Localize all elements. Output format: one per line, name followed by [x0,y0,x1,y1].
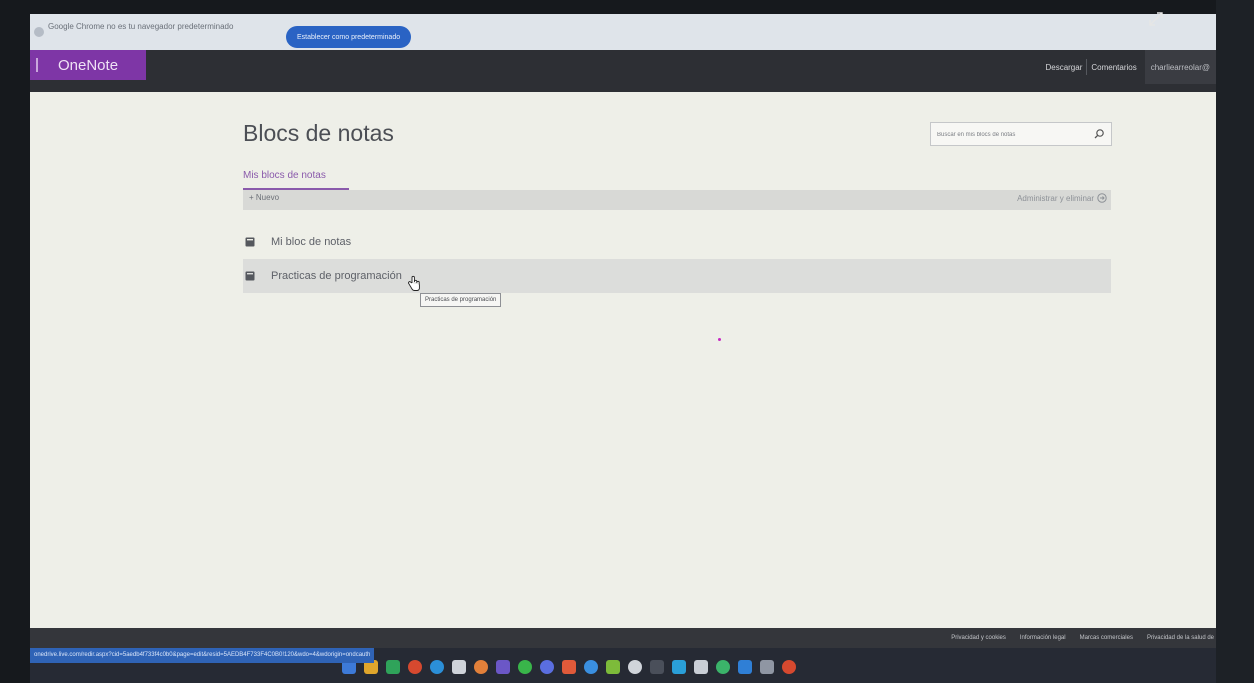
footer-link-legal[interactable]: Información legal [1020,635,1066,641]
browser-screen: Google Chrome no es tu navegador predete… [30,14,1216,683]
download-link[interactable]: Descargar [1041,63,1086,72]
onenote-header: OneNote Descargar Comentarios charliearr… [30,50,1216,92]
footer-link-health-privacy[interactable]: Privacidad de la salud de [1147,635,1214,641]
manage-delete-label: Administrar y eliminar [1017,193,1094,203]
infobar-message: Google Chrome no es tu navegador predete… [48,21,234,31]
notebook-name: Practicas de programación [271,270,402,282]
chrome-info-icon [34,27,44,37]
app-icon[interactable] [496,660,510,674]
app-icon[interactable] [474,660,488,674]
tab-my-notebooks[interactable]: Mis blocs de notas [243,170,326,181]
page-title: Blocs de notas [243,120,394,146]
notebook-item-mi-bloc[interactable]: Mi bloc de notas [243,225,1111,259]
checkmark-app-icon[interactable] [452,660,466,674]
new-notebook-button[interactable]: + Nuevo [249,193,279,202]
taskbar-app-icons [342,660,804,674]
app-icon[interactable] [738,660,752,674]
store-icon[interactable] [386,660,400,674]
comments-link[interactable]: Comentarios [1087,63,1140,72]
app-icon[interactable] [672,660,686,674]
app-launcher-icon[interactable] [36,58,38,72]
spotify-icon[interactable] [518,660,532,674]
page-footer: Privacidad y cookies Información legal M… [30,628,1216,648]
office-icon[interactable] [562,660,576,674]
edge-icon[interactable] [430,660,444,674]
chrome-icon[interactable] [408,660,422,674]
status-url: onedrive.live.com/redir.aspx?cid=5aedb4f… [30,648,375,663]
notebook-icon [245,237,255,247]
stray-mark [718,338,721,341]
notebook-item-practicas[interactable]: Practicas de programación [243,259,1111,293]
search-box[interactable] [930,122,1112,146]
notebook-name: Mi bloc de notas [271,236,352,248]
notebook-icon [245,271,255,281]
notebooks-page: Blocs de notas Mis blocs de notas + Nuev… [30,92,1216,628]
app-icon[interactable] [584,660,598,674]
arrow-circle-icon [1097,193,1107,203]
fullscreen-toggle-icon[interactable] [1147,10,1165,28]
monitor-frame: Google Chrome no es tu navegador predete… [0,0,1254,683]
manage-delete-button[interactable]: Administrar y eliminar [1017,193,1107,203]
app-icon[interactable] [760,660,774,674]
app-icon[interactable] [628,660,642,674]
chrome-icon[interactable] [782,660,796,674]
app-icon[interactable] [694,660,708,674]
app-icon[interactable] [606,660,620,674]
app-icon[interactable] [650,660,664,674]
brand-name: OneNote [58,56,119,74]
search-input[interactable] [931,125,1087,145]
onenote-brand[interactable]: OneNote [30,50,146,80]
hand-cursor-icon [408,275,420,291]
search-icon[interactable] [1093,128,1105,140]
chrome-default-browser-infobar: Google Chrome no es tu navegador predete… [30,14,1216,50]
footer-link-privacy[interactable]: Privacidad y cookies [951,635,1006,641]
user-account[interactable]: charliearreolar@ [1144,50,1216,84]
set-default-button[interactable]: Establecer como predeterminado [286,26,412,48]
user-name: charliearreolar@ [1150,62,1210,72]
header-links: Descargar Comentarios charliearreolar@ [1041,50,1216,84]
app-icon[interactable] [716,660,730,674]
monitor-bezel [1216,0,1254,683]
notebooks-toolbar: + Nuevo Administrar y eliminar [243,190,1111,210]
notebook-tooltip: Practicas de programación [420,293,502,307]
footer-link-trademarks[interactable]: Marcas comerciales [1080,635,1133,641]
discord-icon[interactable] [540,660,554,674]
